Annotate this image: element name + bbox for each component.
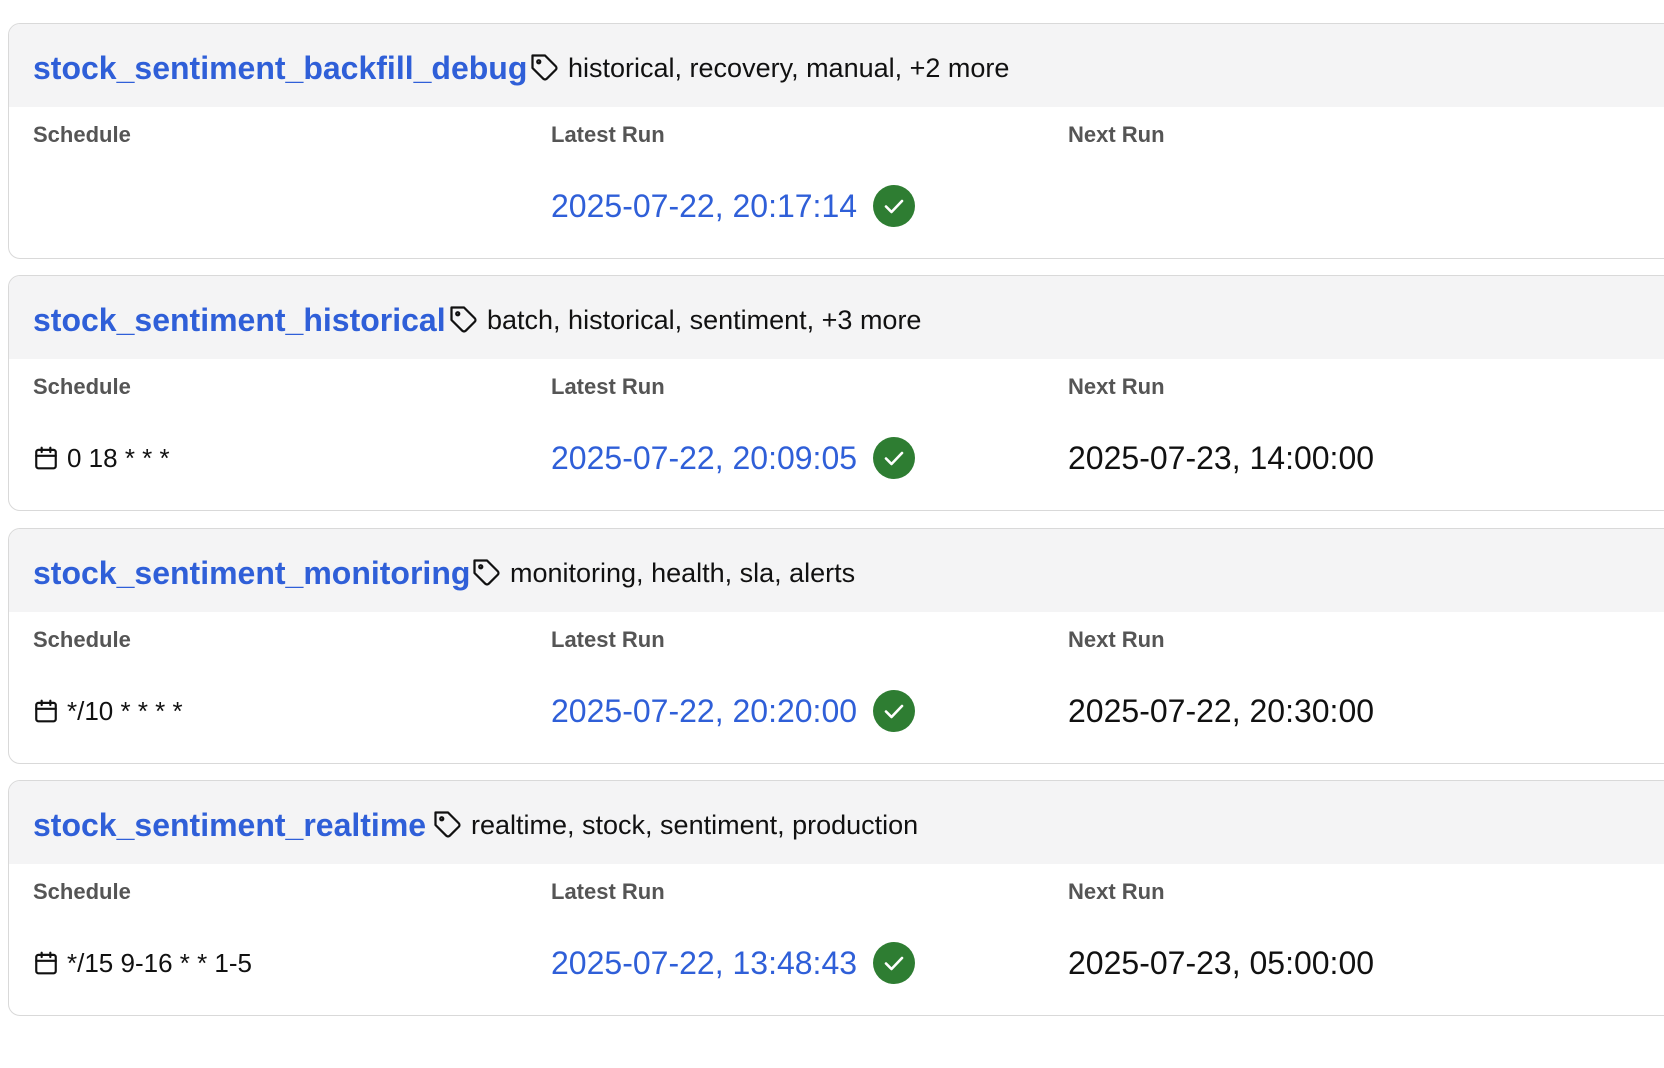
schedule-label: Schedule bbox=[33, 122, 131, 147]
schedule-label: Schedule bbox=[33, 627, 131, 652]
next-run-value: 2025-07-23, 05:00:00 bbox=[1068, 944, 1375, 981]
calendar-icon bbox=[33, 698, 59, 724]
dag-card: stock_sentiment_backfill_debug historica… bbox=[8, 23, 1664, 259]
dag-tags: realtime, stock, sentiment, production bbox=[433, 805, 918, 845]
latest-run-cell: 2025-07-22, 13:48:43 bbox=[551, 941, 916, 985]
latest-run-label: Latest Run bbox=[551, 122, 665, 147]
schedule-cell: */15 9-16 * * 1-5 bbox=[33, 941, 252, 985]
calendar-icon bbox=[33, 950, 59, 976]
latest-run-link[interactable]: 2025-07-22, 20:20:00 bbox=[551, 693, 857, 730]
dag-tags: batch, historical, sentiment, +3 more bbox=[449, 300, 921, 340]
schedule-label: Schedule bbox=[33, 879, 131, 904]
dag-tags-text: historical, recovery, manual, +2 more bbox=[568, 52, 1010, 83]
next-run-label: Next Run bbox=[1068, 374, 1165, 399]
next-run-label: Next Run bbox=[1068, 627, 1165, 652]
next-run-value: 2025-07-23, 14:00:00 bbox=[1068, 439, 1375, 476]
next-run-value: 2025-07-22, 20:30:00 bbox=[1068, 692, 1375, 729]
latest-run-cell: 2025-07-22, 20:17:14 bbox=[551, 184, 916, 228]
check-circle-icon bbox=[873, 185, 916, 227]
schedule-cron: */15 9-16 * * 1-5 bbox=[67, 947, 253, 978]
schedule-cell: */10 * * * * bbox=[33, 689, 183, 733]
dag-name-link[interactable]: stock_sentiment_realtime bbox=[33, 805, 426, 845]
next-run-label: Next Run bbox=[1068, 122, 1165, 147]
dag-list: stock_sentiment_backfill_debug historica… bbox=[0, 0, 1664, 1068]
schedule-cell: 0 18 * * * bbox=[33, 436, 170, 480]
dag-tags: historical, recovery, manual, +2 more bbox=[530, 48, 1009, 88]
check-circle-icon bbox=[873, 437, 916, 479]
dag-tags: monitoring, health, sla, alerts bbox=[472, 553, 855, 593]
latest-run-link[interactable]: 2025-07-22, 20:09:05 bbox=[551, 440, 857, 477]
dag-tags-text: realtime, stock, sentiment, production bbox=[471, 809, 919, 840]
dag-name-link[interactable]: stock_sentiment_historical bbox=[33, 300, 446, 340]
latest-run-label: Latest Run bbox=[551, 374, 665, 399]
check-circle-icon bbox=[873, 690, 916, 732]
latest-run-label: Latest Run bbox=[551, 627, 665, 652]
dag-name-link[interactable]: stock_sentiment_backfill_debug bbox=[33, 48, 527, 88]
latest-run-link[interactable]: 2025-07-22, 20:17:14 bbox=[551, 188, 857, 225]
next-run-cell: 2025-07-22, 20:30:00 bbox=[1068, 689, 1374, 733]
dag-card: stock_sentiment_historical batch, histor… bbox=[8, 275, 1664, 511]
dag-name-link[interactable]: stock_sentiment_monitoring bbox=[33, 553, 470, 593]
dag-card: stock_sentiment_realtime realtime, stock… bbox=[8, 780, 1664, 1016]
check-circle-icon bbox=[873, 942, 916, 984]
latest-run-cell: 2025-07-22, 20:09:05 bbox=[551, 436, 916, 480]
latest-run-link[interactable]: 2025-07-22, 13:48:43 bbox=[551, 945, 857, 982]
latest-run-label: Latest Run bbox=[551, 879, 665, 904]
latest-run-cell: 2025-07-22, 20:20:00 bbox=[551, 689, 916, 733]
dag-tags-text: batch, historical, sentiment, +3 more bbox=[487, 304, 922, 335]
tag-icon bbox=[433, 810, 463, 840]
next-run-cell: 2025-07-23, 14:00:00 bbox=[1068, 436, 1374, 480]
dag-card: stock_sentiment_monitoring monitoring, h… bbox=[8, 528, 1664, 764]
schedule-label: Schedule bbox=[33, 374, 131, 399]
dag-tags-text: monitoring, health, sla, alerts bbox=[510, 557, 856, 588]
calendar-icon bbox=[33, 445, 59, 471]
tag-icon bbox=[449, 305, 479, 335]
tag-icon bbox=[472, 558, 502, 588]
schedule-cron: 0 18 * * * bbox=[67, 442, 170, 473]
next-run-cell: 2025-07-23, 05:00:00 bbox=[1068, 941, 1374, 985]
tag-icon bbox=[530, 53, 560, 83]
next-run-label: Next Run bbox=[1068, 879, 1165, 904]
schedule-cron: */10 * * * * bbox=[67, 695, 183, 726]
